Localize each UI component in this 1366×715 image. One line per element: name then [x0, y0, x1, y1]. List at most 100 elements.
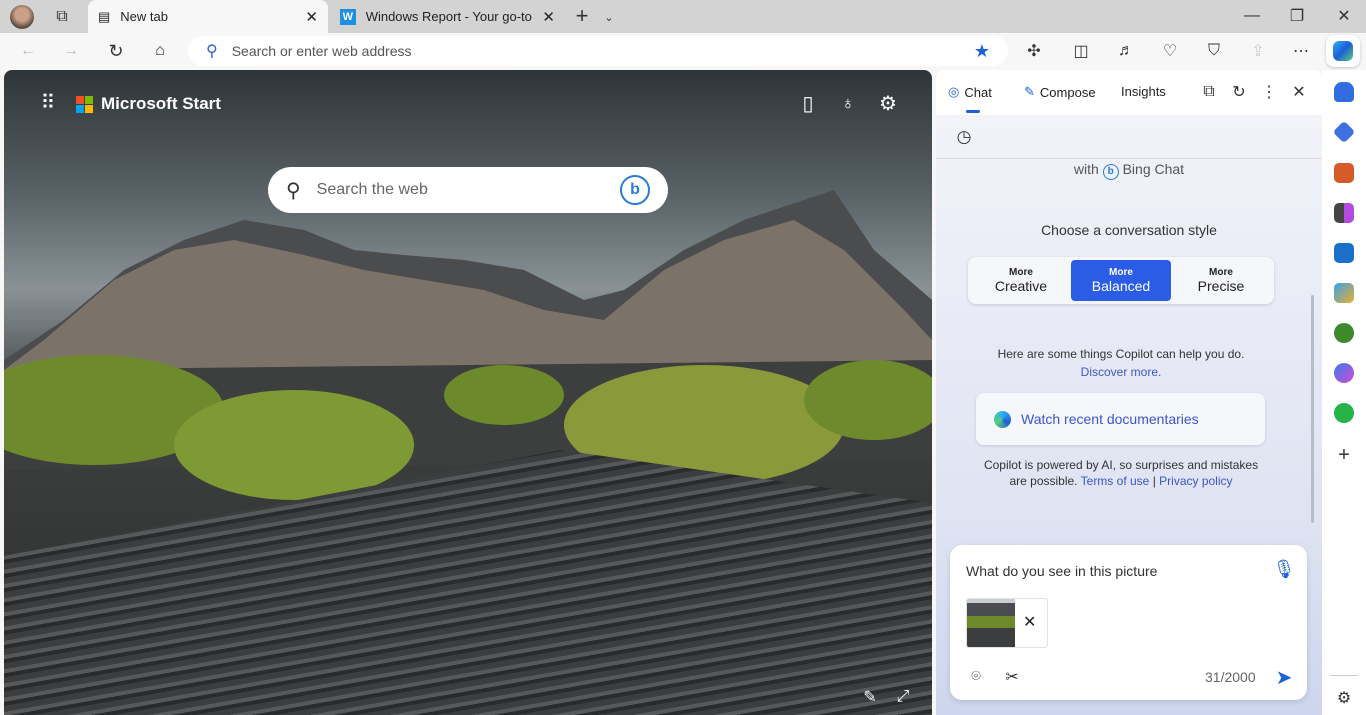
suggestion-card[interactable]: Watch recent documentaries — [976, 393, 1265, 445]
more-options-icon[interactable]: ⋮ — [1255, 78, 1283, 106]
mobile-icon[interactable]: ▯ — [794, 89, 822, 117]
newtab-icon: ▤ — [98, 8, 111, 24]
address-bar[interactable]: ⚲ Search or enter web address ★ — [188, 36, 1008, 66]
copilot-sidebar: ◎ Chat ✎ Compose Insights ⧉ ↻ ⋮ ✕ ◷ with b… — [936, 70, 1322, 715]
more-menu-icon[interactable]: ⋯ — [1287, 37, 1315, 65]
tab-chat[interactable]: ◎ Chat — [948, 84, 992, 100]
conversation-style-selector: More Creative More Balanced More Precise — [968, 257, 1274, 304]
fullscreen-icon[interactable]: ⤢ — [889, 683, 917, 711]
chat-composer: What do you see in this picture 🎙 ✕ ⌾ ✂ … — [950, 545, 1307, 700]
windows-report-favicon: W — [340, 8, 356, 25]
bing-chat-icon[interactable]: b — [620, 175, 650, 205]
favorite-star-icon[interactable]: ★ — [974, 41, 990, 62]
whatsapp-icon[interactable] — [1334, 403, 1354, 423]
restore-button[interactable]: ❐ — [1283, 2, 1311, 30]
collections-icon[interactable]: ⛉ — [1200, 37, 1228, 65]
choose-style-label: Choose a conversation style — [1041, 222, 1217, 238]
tab-actions-chevron-icon[interactable]: ⌄ — [595, 3, 623, 31]
scrollbar[interactable] — [1311, 295, 1314, 523]
extensions-icon[interactable]: ✣ — [1020, 37, 1048, 65]
tab-windows-report[interactable]: W Windows Report - Your go-to sou ✕ — [330, 0, 565, 33]
tab-label: Chat — [964, 84, 992, 100]
address-placeholder: Search or enter web address — [231, 43, 412, 59]
style-label: Creative — [994, 278, 1048, 294]
tab-compose[interactable]: ✎ Compose — [1024, 84, 1096, 100]
help-text: Here are some things Copilot can help yo… — [997, 347, 1245, 361]
close-window-button[interactable]: ✕ — [1330, 2, 1358, 30]
active-tab-indicator — [966, 110, 980, 113]
style-prefix: More — [1009, 267, 1033, 278]
tab-bar: ⧉ ▤ New tab ✕ W Windows Report - Your go… — [0, 0, 1366, 33]
style-creative[interactable]: More Creative — [971, 260, 1071, 301]
games-icon[interactable] — [1334, 203, 1354, 223]
disclaimer: Copilot is powered by AI, so surprises a… — [976, 457, 1266, 489]
minimize-button[interactable]: — — [1238, 2, 1266, 30]
shopping-icon[interactable] — [1332, 120, 1356, 144]
forward-button[interactable]: → — [57, 37, 85, 65]
edit-background-icon[interactable]: ✎ — [856, 683, 884, 711]
new-tab-button[interactable]: + — [568, 2, 596, 30]
microsoft-logo-icon — [76, 95, 93, 113]
browser-essentials-icon[interactable]: ♡ — [1156, 37, 1184, 65]
workspaces-icon[interactable]: ⧉ — [48, 3, 76, 31]
image-thumbnail — [967, 599, 1015, 647]
tools-icon[interactable] — [1334, 163, 1354, 183]
share-icon[interactable]: ⇪ — [1244, 37, 1272, 65]
tree-icon[interactable] — [1334, 323, 1354, 343]
notifications-icon[interactable] — [1334, 82, 1354, 102]
chat-icon: ◎ — [948, 84, 960, 99]
visual-search-icon[interactable]: ⌾ — [962, 663, 990, 691]
suggestion-label: Watch recent documentaries — [1021, 411, 1199, 427]
split-screen-icon[interactable]: ◫ — [1067, 37, 1095, 65]
sidebar-settings-icon[interactable]: ⚙ — [1330, 684, 1358, 712]
search-placeholder: Search the web — [316, 181, 428, 198]
remove-image-icon[interactable]: ✕ — [1023, 612, 1036, 632]
media-icon[interactable]: ♬ — [1112, 37, 1140, 65]
outlook-icon[interactable] — [1334, 243, 1354, 263]
brand-label: Microsoft Start — [101, 94, 221, 113]
send-icon[interactable]: ➤ — [1270, 663, 1298, 691]
search-icon: ⚲ — [206, 43, 218, 60]
discover-more-link[interactable]: Discover more. — [936, 365, 1306, 379]
web-search-box[interactable]: ⚲ Search the web b — [268, 167, 668, 213]
bing-chat-header: with b Bing Chat — [936, 161, 1322, 180]
rewards-icon[interactable]: ♁ — [834, 89, 862, 117]
microsoft-start-logo[interactable]: Microsoft Start — [76, 94, 221, 114]
close-tab-icon[interactable]: ✕ — [305, 8, 318, 26]
screenshot-icon[interactable]: ✂ — [998, 663, 1026, 691]
settings-icon[interactable]: ⚙ — [874, 89, 902, 117]
compose-icon: ✎ — [1024, 84, 1035, 99]
divider — [936, 158, 1322, 159]
chat-input[interactable]: What do you see in this picture — [966, 563, 1266, 579]
back-button[interactable]: ← — [14, 37, 42, 65]
sidebar-rail: + ⚙ — [1322, 70, 1366, 715]
refresh-button[interactable]: ↻ — [102, 37, 130, 65]
style-balanced[interactable]: More Balanced — [1071, 260, 1171, 301]
tab-new-tab[interactable]: ▤ New tab ✕ — [88, 0, 328, 33]
refresh-icon[interactable]: ↻ — [1225, 78, 1253, 106]
open-in-new-icon[interactable]: ⧉ — [1195, 78, 1223, 106]
history-icon[interactable]: ◷ — [950, 123, 978, 151]
tab-insights[interactable]: Insights — [1121, 84, 1166, 99]
add-sidebar-app-icon[interactable]: + — [1330, 441, 1358, 469]
terms-link[interactable]: Terms of use — [1081, 474, 1150, 488]
app-launcher-icon[interactable]: ⠿ — [34, 88, 62, 116]
messenger-icon[interactable] — [1334, 363, 1354, 383]
tab-label: New tab — [120, 9, 168, 24]
divider — [1330, 675, 1358, 676]
with-label: with — [1073, 161, 1099, 177]
separator: | — [1152, 474, 1156, 488]
privacy-link[interactable]: Privacy policy — [1159, 474, 1232, 488]
profile-avatar[interactable] — [10, 5, 34, 29]
copilot-button[interactable] — [1326, 35, 1360, 67]
close-panel-icon[interactable]: ✕ — [1285, 78, 1313, 106]
search-icon: ⚲ — [286, 179, 301, 202]
microphone-icon[interactable]: 🎙 — [1270, 555, 1298, 583]
close-tab-icon[interactable]: ✕ — [542, 8, 555, 26]
style-label: Precise — [1197, 278, 1245, 294]
style-label: Balanced — [1091, 278, 1151, 294]
style-prefix: More — [1109, 267, 1133, 278]
style-precise[interactable]: More Precise — [1171, 260, 1271, 301]
home-button[interactable]: ⌂ — [146, 37, 174, 65]
telegram-icon[interactable] — [1334, 283, 1354, 303]
